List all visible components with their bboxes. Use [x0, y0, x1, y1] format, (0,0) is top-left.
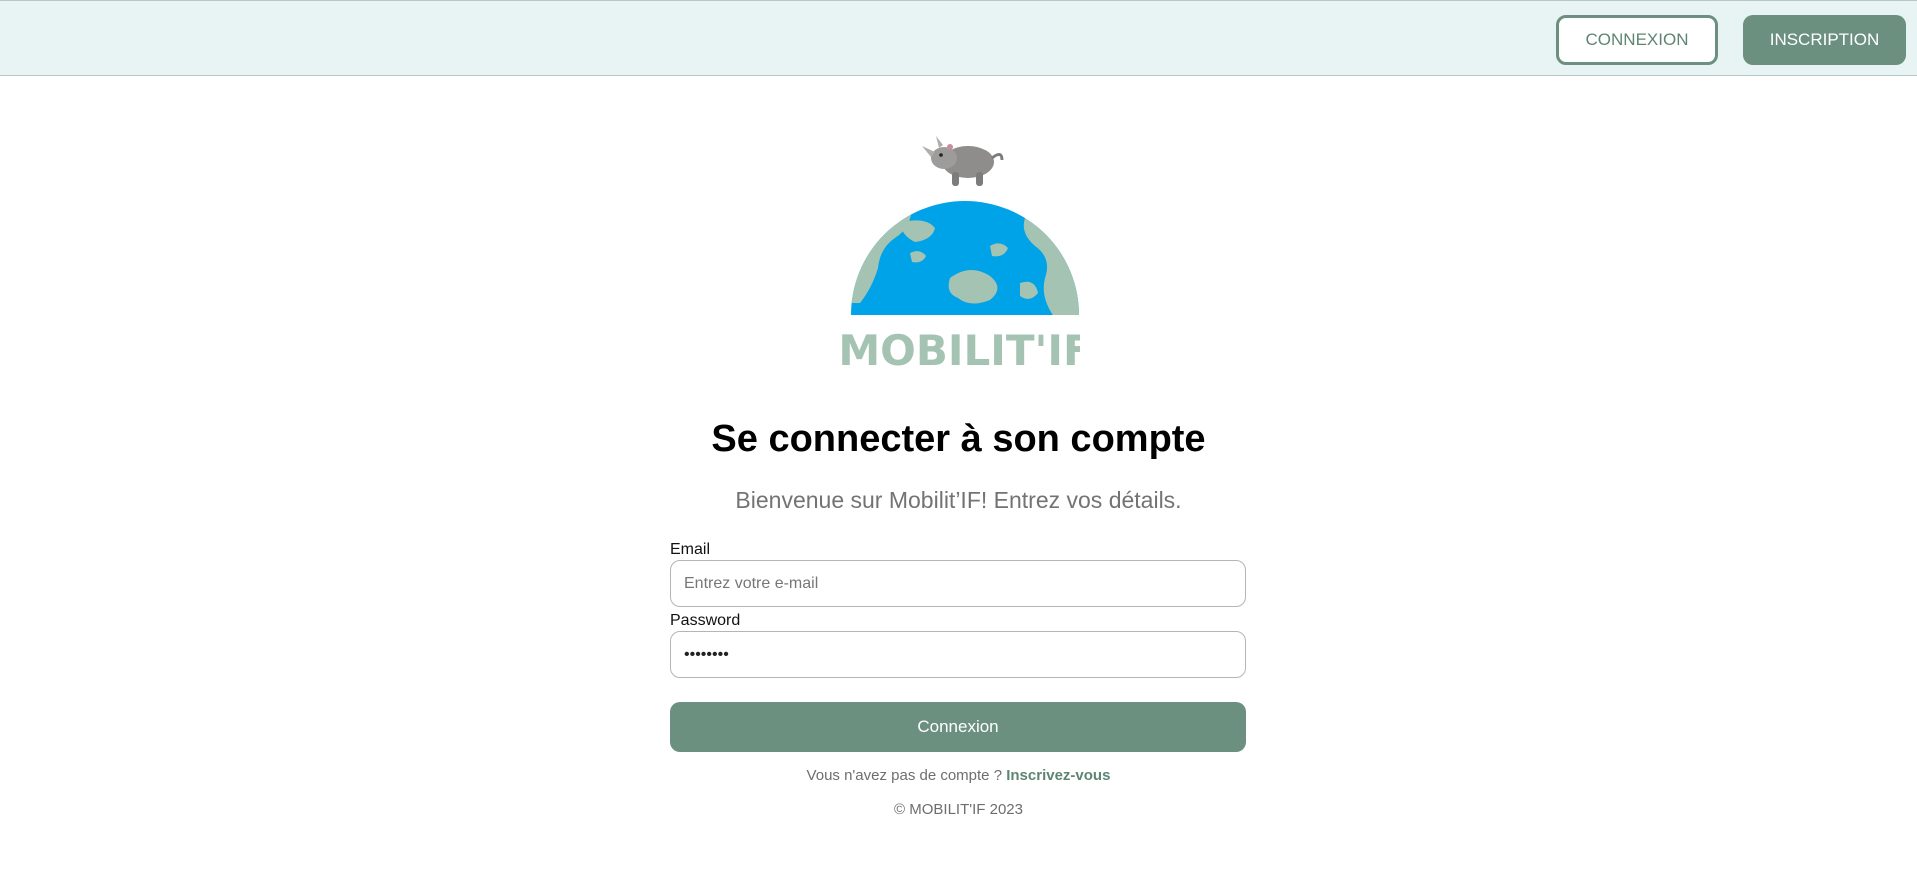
email-field[interactable]: [670, 560, 1246, 607]
logo-wordmark: MOBILIT'IF: [840, 326, 1080, 368]
login-submit-button[interactable]: Connexion: [670, 702, 1246, 752]
header-signup-button[interactable]: INSCRIPTION: [1743, 15, 1906, 65]
rhino-on-globe-logo: MOBILIT'IF: [840, 136, 1080, 368]
email-label: Email: [670, 541, 711, 558]
password-label: Password: [670, 612, 741, 629]
top-navbar: CONNEXION INSCRIPTION: [0, 0, 1917, 76]
header-login-button[interactable]: CONNEXION: [1556, 15, 1718, 65]
page-title: Se connecter à son compte: [711, 418, 1206, 460]
page-subtitle: Bienvenue sur Mobilit’IF! Entrez vos dét…: [735, 487, 1182, 513]
footer-copyright: © MOBILIT'IF 2023: [894, 801, 1023, 818]
rhino-icon: [922, 136, 1004, 186]
signup-prompt: Vous n'avez pas de compte ? Inscrivez-vo…: [0, 767, 1917, 784]
password-field[interactable]: [670, 631, 1246, 678]
no-account-text: Vous n'avez pas de compte ?: [806, 767, 1003, 784]
login-form: Email Password: [670, 540, 1246, 678]
signup-link[interactable]: Inscrivez-vous: [1006, 767, 1110, 784]
